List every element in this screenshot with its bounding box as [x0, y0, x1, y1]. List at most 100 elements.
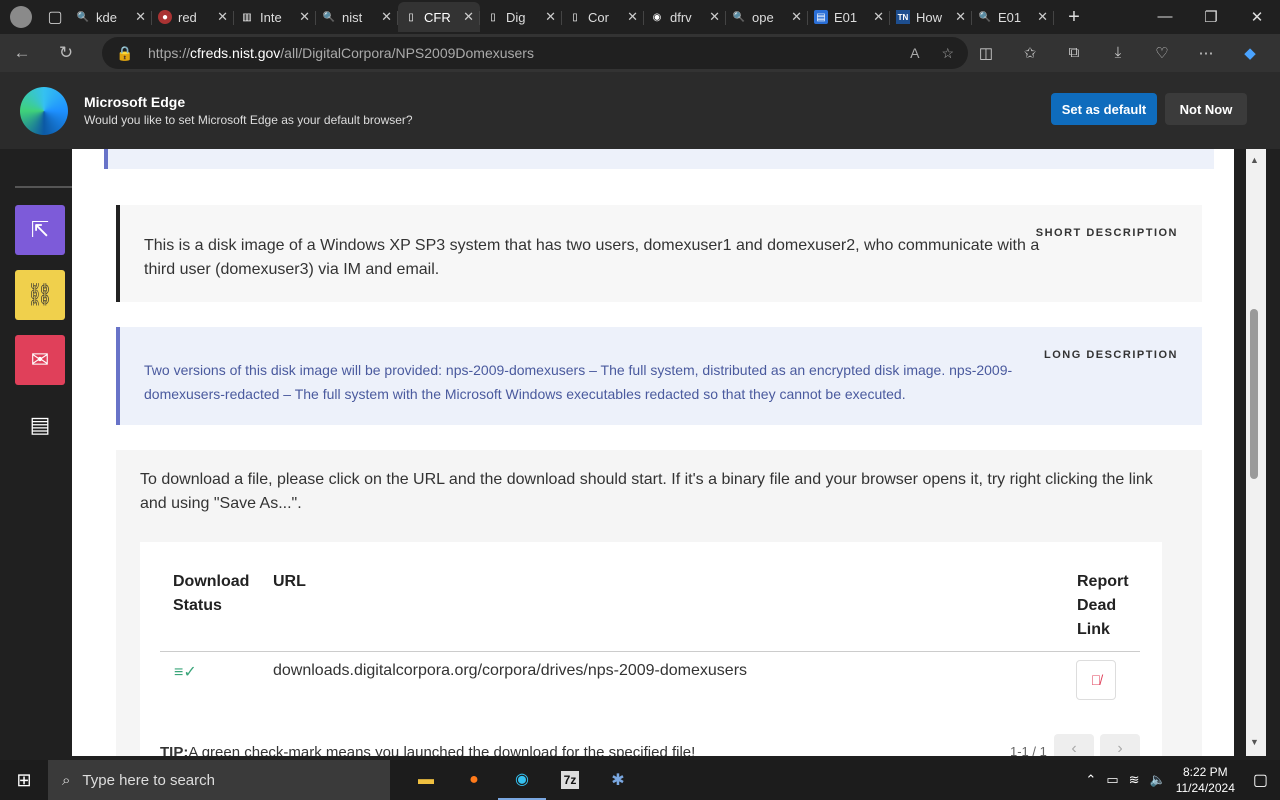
download-table: Download Status URL Report Dead Link ≡✓ … — [140, 542, 1162, 756]
close-window-icon[interactable]: ✕ — [1234, 8, 1280, 26]
tab-github[interactable]: ◉ dfrv ✕ — [644, 2, 726, 32]
tab-reddit[interactable]: ● red ✕ — [152, 2, 234, 32]
file-explorer-icon[interactable]: ▬ — [402, 760, 450, 800]
tab-label: ope — [752, 9, 774, 25]
tab-e01-doc[interactable]: ▤ E01 ✕ — [808, 2, 890, 32]
tip-label: TIP: — [160, 744, 189, 756]
tab-internet-archive[interactable]: ▥ Inte ✕ — [234, 2, 316, 32]
downloads-icon[interactable]: ⤓ — [1096, 44, 1140, 62]
pagination-count: 1-1 / 1 — [1010, 744, 1047, 756]
page-icon: ▯ — [572, 11, 578, 23]
profile-avatar[interactable] — [10, 6, 32, 28]
close-tab-icon[interactable]: ✕ — [463, 9, 474, 25]
app-icon[interactable]: ✱ — [594, 760, 642, 800]
long-description-label: LONG DESCRIPTION — [1043, 349, 1178, 361]
window-controls: — ❐ ✕ — [1142, 8, 1280, 26]
tab-strip: ▢ 🔍 kde ✕ ● red ✕ ▥ Inte ✕ 🔍 nist ✕ ▯ CFR ✕ ▯ Dig ✕ … — [0, 0, 1280, 34]
notifications-icon[interactable]: ▢ — [1253, 770, 1268, 790]
lock-icon[interactable]: 🔒 — [116, 45, 133, 62]
report-dead-link-button[interactable]: ⛓̸ — [1076, 660, 1116, 700]
close-tab-icon[interactable]: ✕ — [1037, 9, 1048, 25]
7zip-icon[interactable]: 7z — [546, 760, 594, 800]
previous-card — [104, 149, 1214, 169]
prev-page-button[interactable]: ‹ — [1054, 734, 1094, 756]
share-comment-icon[interactable]: ▤ — [15, 400, 65, 450]
set-as-default-button[interactable]: Set as default — [1051, 93, 1157, 125]
page-content: SHORT DESCRIPTION This is a disk image o… — [72, 149, 1234, 756]
read-aloud-icon[interactable]: A — [910, 45, 919, 62]
volume-icon[interactable]: 🔈 — [1150, 772, 1166, 788]
network-icon[interactable]: ▭ — [1106, 772, 1118, 788]
next-page-button[interactable]: › — [1100, 734, 1140, 756]
back-icon[interactable]: ← — [0, 34, 44, 72]
github-icon: ◉ — [652, 11, 662, 23]
more-menu-icon[interactable]: ⋯ — [1184, 44, 1228, 62]
split-screen-icon[interactable]: ◫ — [964, 44, 1008, 62]
tab-kde[interactable]: 🔍 kde ✕ — [70, 2, 152, 32]
close-tab-icon[interactable]: ✕ — [627, 9, 638, 25]
tray-chevron-icon[interactable]: ⌃ — [1085, 772, 1096, 788]
search-icon: 🔍 — [76, 11, 90, 23]
reddit-icon: ● — [158, 10, 172, 24]
tab-corpora[interactable]: ▯ Cor ✕ — [562, 2, 644, 32]
tab-e01-search[interactable]: 🔍 E01 ✕ — [972, 2, 1054, 32]
share-external-link-icon[interactable]: ⇱ — [15, 205, 65, 255]
download-section: To download a file, please click on the … — [116, 450, 1202, 756]
restore-icon[interactable]: ❐ — [1188, 8, 1234, 26]
firefox-icon[interactable]: ● — [450, 760, 498, 800]
share-copy-link-icon[interactable]: ⛓ — [15, 270, 65, 320]
refresh-icon[interactable]: ↻ — [44, 34, 88, 72]
tip-text: A green check-mark means you launched th… — [188, 744, 696, 756]
short-description-text: This is a disk image of a Windows XP SP3… — [144, 237, 1040, 278]
edge-taskbar-icon[interactable]: ◉ — [498, 760, 546, 800]
tab-label: E01 — [834, 9, 858, 25]
taskbar-search-placeholder: Type here to search — [82, 771, 215, 789]
close-tab-icon[interactable]: ✕ — [381, 9, 392, 25]
minimize-icon[interactable]: — — [1142, 8, 1188, 26]
scroll-up-icon[interactable]: ▲ — [1250, 155, 1259, 165]
favorite-star-icon[interactable]: ☆ — [941, 45, 954, 62]
close-tab-icon[interactable]: ✕ — [545, 9, 556, 25]
windows-logo-icon: ⊞ — [16, 769, 32, 790]
taskbar-search[interactable]: ⌕ Type here to search — [48, 760, 390, 800]
tab-digital-corpora[interactable]: ▯ Dig ✕ — [480, 2, 562, 32]
copilot-icon[interactable]: ◆ — [1228, 44, 1272, 62]
close-tab-icon[interactable]: ✕ — [873, 9, 884, 25]
short-description-label: SHORT DESCRIPTION — [1035, 227, 1178, 239]
toolbar-right: ◫ ✩ ⧉ ⤓ ♡ ⋯ ◆ — [964, 44, 1272, 62]
download-url-link[interactable]: downloads.digitalcorpora.org/corpora/dri… — [273, 662, 747, 680]
close-tab-icon[interactable]: ✕ — [135, 9, 146, 25]
long-description-card: LONG DESCRIPTION Two versions of this di… — [116, 327, 1202, 425]
address-bar[interactable]: 🔒 https://cfreds.nist.gov/all/DigitalCor… — [102, 37, 968, 69]
performance-icon[interactable]: ♡ — [1140, 44, 1184, 62]
favorites-icon[interactable]: ✩ — [1008, 44, 1052, 62]
not-now-button[interactable]: Not Now — [1165, 93, 1247, 125]
share-email-icon[interactable]: ✉ — [15, 335, 65, 385]
tab-label: CFR — [424, 9, 451, 25]
clock[interactable]: 8:22 PM 11/24/2024 — [1176, 764, 1235, 796]
close-tab-icon[interactable]: ✕ — [299, 9, 310, 25]
edge-logo-icon — [20, 86, 68, 135]
tab-how[interactable]: TN How ✕ — [890, 2, 972, 32]
start-button[interactable]: ⊞ — [0, 760, 48, 800]
tab-nist-search[interactable]: 🔍 nist ✕ — [316, 2, 398, 32]
long-description-text: Two versions of this disk image will be … — [144, 362, 1013, 402]
tab-actions-icon[interactable]: ▢ — [40, 0, 70, 34]
collections-icon[interactable]: ⧉ — [1052, 44, 1096, 62]
scrollbar-thumb[interactable] — [1250, 309, 1258, 479]
tab-label: Dig — [506, 9, 526, 25]
infobar-title: Microsoft Edge — [84, 94, 186, 110]
close-tab-icon[interactable]: ✕ — [709, 9, 720, 25]
close-tab-icon[interactable]: ✕ — [791, 9, 802, 25]
wifi-icon[interactable]: ≋ — [1129, 772, 1140, 788]
col-report-dead-link: Report Dead Link — [1077, 570, 1129, 642]
vertical-scrollbar[interactable]: ▲ ▼ — [1246, 149, 1266, 756]
download-status-check-icon: ≡✓ — [174, 664, 197, 681]
new-tab-button[interactable]: + — [1054, 6, 1094, 29]
tab-open-search[interactable]: 🔍 ope ✕ — [726, 2, 808, 32]
close-tab-icon[interactable]: ✕ — [217, 9, 228, 25]
tab-cfreds[interactable]: ▯ CFR ✕ — [398, 2, 480, 32]
scroll-down-icon[interactable]: ▼ — [1250, 737, 1259, 747]
close-tab-icon[interactable]: ✕ — [955, 9, 966, 25]
tab-label: Inte — [260, 9, 282, 25]
